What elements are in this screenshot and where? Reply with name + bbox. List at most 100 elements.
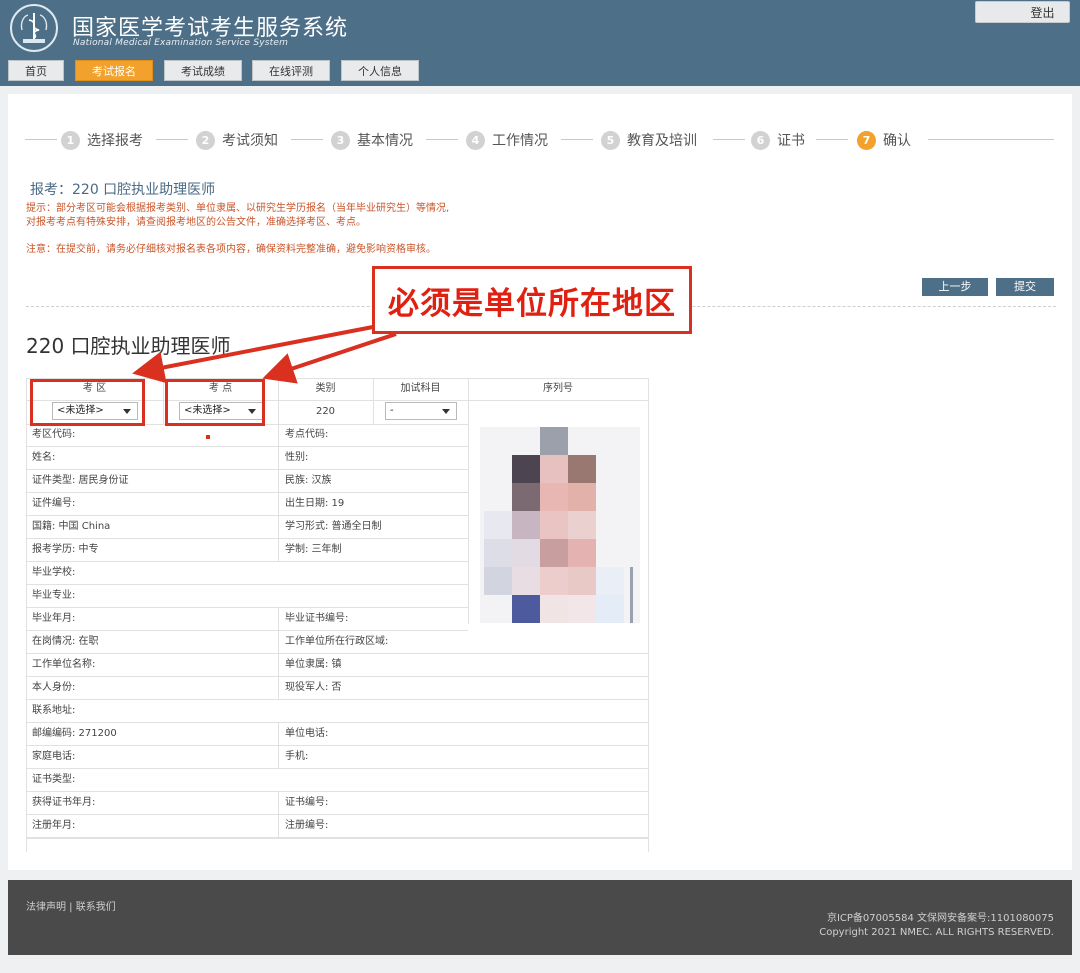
step-number: 4 xyxy=(466,130,485,150)
footer-links[interactable]: 法律声明 | 联系我们 xyxy=(26,898,116,913)
step-label: 证书 xyxy=(777,133,805,149)
table-cell-label: 本人身份: xyxy=(26,677,278,700)
cell-divider xyxy=(278,539,279,562)
table-cell-label: 报考学历: 中专 xyxy=(26,539,278,562)
table-cell-label: 注册编号: xyxy=(279,815,648,838)
table-cell-label: 毕业学校: xyxy=(26,562,468,585)
cell-divider xyxy=(278,746,279,769)
step-connector xyxy=(156,139,188,140)
table-cell-label: 毕业年月: xyxy=(26,608,278,631)
table-cell-label: 邮编编码: 271200 xyxy=(26,723,278,746)
table-cell-label: 单位电话: xyxy=(279,723,648,746)
step-number: 6 xyxy=(751,130,770,150)
cell-divider xyxy=(278,654,279,677)
table-cell-label: 性别: xyxy=(279,447,468,470)
table-cell-label: 工作单位所在行政区域: xyxy=(279,631,648,654)
copyright-line: Copyright 2021 NMEC. ALL RIGHTS RESERVED… xyxy=(819,927,1054,938)
header-row-line xyxy=(468,400,648,401)
cell-divider xyxy=(278,792,279,815)
step-3: 3 基本情况 xyxy=(331,130,413,150)
progress-steps: 1 选择报考 2 考试须知 3 基本情况 4 工作情况 5 教育及培训 6 证书 xyxy=(8,130,1072,156)
header-category: 类别 xyxy=(315,383,336,394)
note-line: 注意：在提交前，请务必仔细核对报名表各项内容，确保资料完整准确，避免影响资格审核… xyxy=(26,244,436,255)
table-cell-label: 毕业证书编号: xyxy=(279,608,468,631)
step-connector xyxy=(928,139,1054,140)
table-cell-label: 单位隶属: 镇 xyxy=(279,654,648,677)
prev-step-button[interactable]: 上一步 xyxy=(922,278,988,296)
icp-line: 京ICP备07005584 文保网安备案号:1101080075 xyxy=(826,913,1054,924)
step-label: 基本情况 xyxy=(357,133,413,149)
step-connector xyxy=(816,139,848,140)
submit-button[interactable]: 提交 xyxy=(996,278,1054,296)
nmec-logo-icon xyxy=(10,4,58,52)
table-cell-label: 获得证书年月: xyxy=(26,792,278,815)
table-cell-label: 考区代码: xyxy=(26,424,278,447)
nav-exam-scores[interactable]: 考试成绩 xyxy=(164,60,242,81)
step-number: 7 xyxy=(857,130,876,150)
table-border xyxy=(26,838,649,839)
step-label: 确认 xyxy=(883,133,911,149)
table-cell-label: 证件编号: xyxy=(26,493,278,516)
cell-divider xyxy=(278,815,279,838)
step-connector xyxy=(25,139,57,140)
extra-subject-value: - xyxy=(390,405,394,416)
tip-line-1: 提示：部分考区可能会根据报考类别、单位隶属、以研究生学历报名（当年毕业研究生）等… xyxy=(26,203,450,214)
cell-divider xyxy=(278,516,279,539)
nav-personal-info[interactable]: 个人信息 xyxy=(341,60,419,81)
header-divider xyxy=(468,378,469,624)
step-2: 2 考试须知 xyxy=(196,130,278,150)
step-connector xyxy=(713,139,745,140)
cell-divider xyxy=(278,723,279,746)
exam-title: 220 口腔执业助理医师 xyxy=(26,334,231,358)
table-cell-label: 注册年月: xyxy=(26,815,278,838)
tip-line-2: 对报考考点有特殊安排，请查阅报考地区的公告文件，准确选择考区、考点。 xyxy=(26,217,366,228)
step-1: 1 选择报考 xyxy=(61,130,143,150)
apply-title: 报考：220 口腔执业助理医师 xyxy=(30,182,216,198)
step-5: 5 教育及培训 xyxy=(601,130,697,150)
table-cell-label: 民族: 汉族 xyxy=(279,470,468,493)
table-cell-label: 学制: 三年制 xyxy=(279,539,468,562)
category-value: 220 xyxy=(315,406,336,417)
table-cell-label: 工作单位名称: xyxy=(26,654,278,677)
extra-subject-select[interactable]: - xyxy=(385,402,457,420)
step-label: 教育及培训 xyxy=(627,133,697,149)
nav-online-assessment[interactable]: 在线评测 xyxy=(252,60,330,81)
cell-divider xyxy=(278,493,279,516)
footer: 法律声明 | 联系我们 京ICP备07005584 文保网安备案号:110108… xyxy=(8,880,1072,955)
table-cell-label: 现役军人: 否 xyxy=(279,677,648,700)
step-label: 工作情况 xyxy=(492,133,548,149)
table-cell-label: 证书类型: xyxy=(26,769,648,792)
step-number: 1 xyxy=(61,130,80,150)
main-card: 1 选择报考 2 考试须知 3 基本情况 4 工作情况 5 教育及培训 6 证书 xyxy=(8,94,1072,870)
step-label: 选择报考 xyxy=(87,133,143,149)
cell-divider xyxy=(278,608,279,631)
step-label: 考试须知 xyxy=(222,133,278,149)
footer-copyright: 京ICP备07005584 文保网安备案号:1101080075 Copyrig… xyxy=(819,912,1054,940)
table-cell-label: 证件类型: 居民身份证 xyxy=(26,470,278,493)
cell-divider xyxy=(278,677,279,700)
table-cell-label: 考点代码: xyxy=(279,424,468,447)
nav-home[interactable]: 首页 xyxy=(8,60,64,81)
cell-divider xyxy=(278,424,279,447)
table-cell-label: 学习形式: 普通全日制 xyxy=(279,516,468,539)
table-cell-label: 出生日期: 19 xyxy=(279,493,468,516)
step-number: 3 xyxy=(331,130,350,150)
header-bar: 国家医学考试考生服务系统 National Medical Examinatio… xyxy=(0,0,1080,86)
step-number: 5 xyxy=(601,130,620,150)
step-7: 7 确认 xyxy=(857,130,911,150)
site-subtitle: National Medical Examination Service Sys… xyxy=(73,38,289,48)
step-number: 2 xyxy=(196,130,215,150)
step-4: 4 工作情况 xyxy=(466,130,548,150)
table-cell-label: 在岗情况: 在职 xyxy=(26,631,278,654)
chevron-down-icon xyxy=(442,409,450,414)
site-highlight-box xyxy=(165,379,265,426)
header-serial: 序列号 xyxy=(543,383,573,394)
cell-divider xyxy=(278,447,279,470)
table-cell-label: 联系地址: xyxy=(26,700,648,723)
table-cell-label: 国籍: 中国 China xyxy=(26,516,278,539)
logout-button[interactable]: 登出 xyxy=(975,1,1070,23)
table-border xyxy=(648,378,649,852)
table-cell-label: 姓名: xyxy=(26,447,278,470)
nav-exam-registration[interactable]: 考试报名 xyxy=(75,60,153,81)
step-connector xyxy=(561,139,593,140)
